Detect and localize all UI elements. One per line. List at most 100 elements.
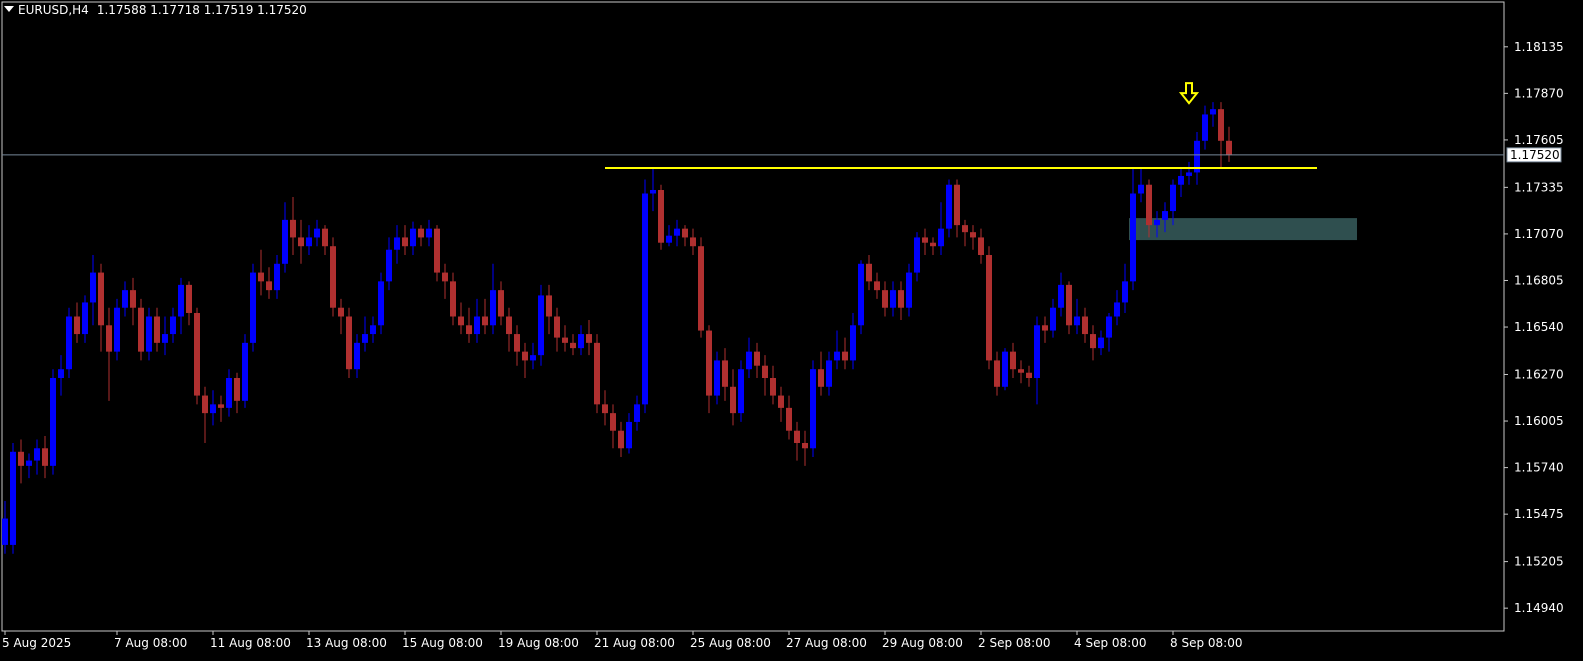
candle-body <box>1202 114 1208 141</box>
candle-body <box>770 377 776 396</box>
candle-body <box>290 219 296 238</box>
candle-body <box>850 325 856 361</box>
candle-body <box>586 334 592 343</box>
candle <box>962 219 968 247</box>
candle <box>122 281 128 317</box>
demand-zone <box>1129 218 1357 241</box>
candle-body <box>1170 184 1176 212</box>
candle-body <box>546 295 552 317</box>
candle <box>898 281 904 321</box>
overlay-layer <box>2 82 1504 170</box>
candle-body <box>394 237 400 250</box>
candle <box>810 360 816 458</box>
candle <box>866 255 872 291</box>
candle <box>1138 167 1144 203</box>
candle-body <box>890 290 896 308</box>
candle-body <box>554 316 560 338</box>
candle-body <box>634 404 640 422</box>
candle <box>1114 290 1120 326</box>
candle <box>554 307 560 352</box>
candle <box>642 179 648 414</box>
candle-body <box>1106 316 1112 338</box>
candle-body <box>1218 109 1224 141</box>
candle-body <box>18 451 24 466</box>
candle-body <box>202 395 208 414</box>
candle-body <box>642 193 648 405</box>
candle-body <box>458 316 464 326</box>
y-tick-label: 1.15475 <box>1514 507 1564 521</box>
candle <box>826 351 832 396</box>
candle-body <box>1074 316 1080 326</box>
candle-body <box>1026 372 1032 378</box>
candle-body <box>90 272 96 303</box>
candle <box>194 307 200 405</box>
candle <box>322 225 328 256</box>
candle-body <box>794 430 800 444</box>
candle-body <box>362 334 368 343</box>
candle <box>202 386 208 444</box>
candle-body <box>482 316 488 326</box>
candle-body <box>1098 337 1104 349</box>
candle <box>330 237 336 317</box>
candle-body <box>914 237 920 273</box>
candle-body <box>1050 307 1056 331</box>
candle-body <box>866 263 872 282</box>
candle-body <box>506 316 512 335</box>
x-tick-label: 11 Aug 08:00 <box>210 636 291 650</box>
candle <box>394 225 400 264</box>
candle-body <box>658 189 664 243</box>
candle-body <box>58 369 64 378</box>
candle <box>306 225 312 256</box>
candle <box>298 219 304 264</box>
candle-body <box>418 228 424 238</box>
candle-body <box>186 284 192 313</box>
candle <box>1042 316 1048 343</box>
candle <box>562 325 568 352</box>
candle <box>978 228 984 264</box>
candle <box>410 221 416 256</box>
candle-body <box>994 360 1000 387</box>
candle <box>114 298 120 361</box>
candle-body <box>954 184 960 226</box>
candle-body <box>1162 211 1168 220</box>
candle-body <box>154 316 160 343</box>
candle-body <box>130 290 136 308</box>
candle-body <box>1002 351 1008 387</box>
candle-body <box>1186 172 1192 176</box>
y-tick-label: 1.15740 <box>1514 461 1564 475</box>
candle-body <box>1034 325 1040 378</box>
candle-body <box>122 290 128 308</box>
y-tick-label: 1.17605 <box>1514 133 1564 147</box>
candle-body <box>426 228 432 238</box>
candle <box>98 263 104 352</box>
candle <box>706 325 712 414</box>
price-axis: 1.18135 1.17870 1.17605 1.17335 1.17070 1.168… <box>1504 40 1564 615</box>
x-tick-label: 19 Aug 08:00 <box>498 636 579 650</box>
candle <box>946 179 952 238</box>
candle <box>362 316 368 352</box>
candle-body <box>138 307 144 352</box>
candle <box>834 330 840 370</box>
candle <box>682 225 688 247</box>
candle-body <box>1154 219 1160 226</box>
candle <box>506 307 512 352</box>
candle-body <box>210 404 216 414</box>
candle <box>778 386 784 422</box>
candle <box>378 272 384 335</box>
candle <box>1218 102 1224 168</box>
candle-body <box>194 312 200 396</box>
candle <box>170 307 176 343</box>
candle-body <box>514 334 520 352</box>
candle <box>490 263 496 335</box>
candle <box>618 421 624 458</box>
candle <box>218 395 224 422</box>
candle <box>242 334 248 408</box>
candle <box>314 219 320 247</box>
candle-body <box>786 407 792 431</box>
candle <box>530 342 536 370</box>
candle <box>66 307 72 378</box>
candle-body <box>578 334 584 349</box>
price-chart[interactable]: 1.18135 1.17870 1.17605 1.17335 1.17070 1.168… <box>0 0 1583 661</box>
candle <box>498 281 504 326</box>
candle-body <box>354 342 360 370</box>
